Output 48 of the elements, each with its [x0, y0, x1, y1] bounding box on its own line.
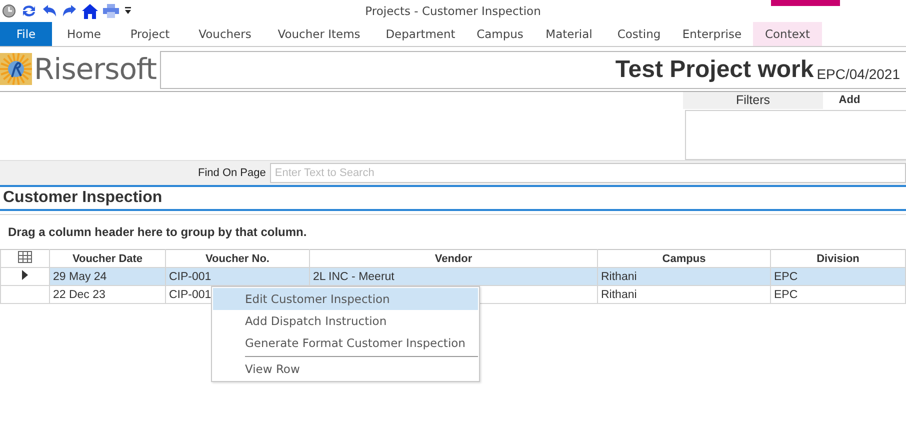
add-button[interactable]: Add: [823, 92, 906, 109]
table-cell: CIP-001: [169, 270, 212, 282]
menu-item[interactable]: Generate Format Customer Inspection: [213, 332, 478, 354]
table-cell: EPC: [774, 288, 798, 300]
column-header[interactable]: Vendor: [310, 250, 598, 268]
ribbon-tab[interactable]: Vouchers: [184, 22, 266, 46]
dropdown-icon[interactable]: [124, 6, 132, 16]
table-cell: Rithani: [601, 288, 637, 300]
project-code: EPC/04/2021: [816, 66, 900, 82]
logo-icon: [0, 53, 32, 85]
column-chooser-icon[interactable]: [18, 251, 32, 263]
ribbon-tab[interactable]: Context: [753, 22, 822, 46]
window-title: Projects - Customer Inspection: [365, 4, 541, 18]
ribbon-tab[interactable]: Voucher Items: [266, 22, 372, 46]
table-cell: 22 Dec 23: [53, 288, 106, 300]
table-cell: 2L INC - Meerut: [313, 270, 394, 282]
printer-icon[interactable]: [103, 4, 119, 18]
home-icon[interactable]: [82, 4, 98, 18]
ribbon-tab[interactable]: Home: [52, 22, 116, 46]
ribbon-tab[interactable]: Material: [531, 22, 607, 46]
column-header[interactable]: Voucher Date: [50, 250, 166, 268]
ribbon-tab[interactable]: Department: [372, 22, 469, 46]
ribbon-tab[interactable]: Project: [116, 22, 184, 46]
logo-text: Risersoft: [34, 52, 157, 86]
refresh-icon[interactable]: [21, 4, 37, 18]
file-tab[interactable]: File: [0, 22, 52, 46]
current-row-icon: [22, 270, 28, 280]
ribbon-tab[interactable]: Campus: [469, 22, 531, 46]
project-title: Test Project work: [615, 56, 814, 84]
column-header[interactable]: Campus: [598, 250, 770, 268]
ribbon-tab[interactable]: Enterprise: [671, 22, 753, 46]
table-cell: CIP-001: [169, 288, 212, 300]
clock-icon[interactable]: [2, 4, 16, 18]
table-cell: Rithani: [601, 270, 637, 282]
find-label: Find On Page: [198, 167, 266, 179]
table-cell: 29 May 24: [53, 270, 107, 282]
table-cell: EPC: [774, 270, 798, 282]
search-field[interactable]: Enter Text to Search: [270, 163, 906, 183]
filters-header: Filters: [683, 92, 823, 109]
ribbon-tab[interactable]: Costing: [607, 22, 671, 46]
section-title: Customer Inspection: [3, 189, 162, 207]
menu-item[interactable]: Add Dispatch Instruction: [213, 310, 478, 332]
column-header[interactable]: Voucher No.: [166, 250, 310, 268]
group-hint: Drag a column header here to group by that column.: [8, 225, 307, 239]
column-header[interactable]: Division: [770, 250, 906, 268]
undo-icon[interactable]: [42, 4, 57, 18]
menu-item[interactable]: Edit Customer Inspection: [213, 288, 478, 310]
redo-icon[interactable]: [62, 4, 77, 18]
